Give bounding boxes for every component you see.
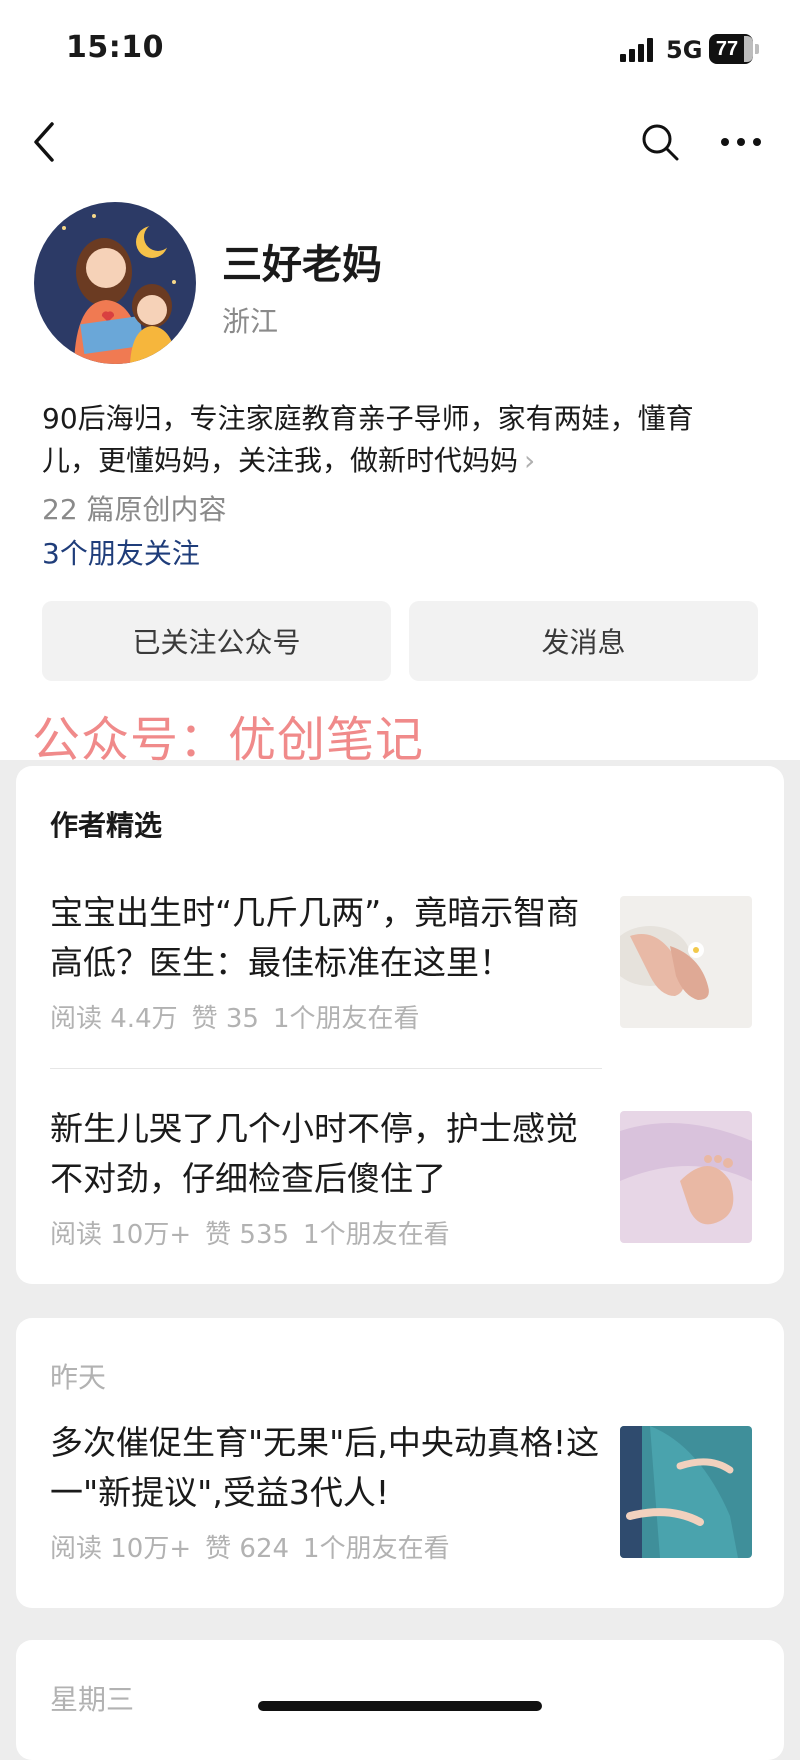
like-count: 赞 535 — [205, 1220, 290, 1250]
friends-watching: 1个朋友在看 — [303, 1534, 450, 1564]
article-thumbnail[interactable] — [620, 896, 752, 1028]
signal-icon — [620, 38, 653, 62]
read-count: 阅读 4.4万 — [50, 1004, 178, 1034]
search-icon[interactable] — [640, 122, 680, 162]
back-arrow-icon[interactable] — [30, 120, 60, 164]
friends-following-link[interactable]: 3个朋友关注 — [42, 532, 200, 572]
account-avatar[interactable] — [34, 202, 196, 364]
yesterday-section: 昨天 多次催促生育"无果"后,中央动真格!这一"新提议",受益3代人! 阅读 1… — [16, 1318, 784, 1608]
account-name: 三好老妈 — [222, 242, 382, 288]
article-meta: 阅读 10万+ 赞 535 1个朋友在看 — [50, 1214, 464, 1251]
divider — [50, 1068, 602, 1069]
status-time: 15:10 — [66, 30, 164, 65]
article-title[interactable]: 多次催促生育"无果"后,中央动真格!这一"新提议",受益3代人! — [50, 1418, 608, 1518]
read-count: 阅读 10万+ — [50, 1534, 192, 1564]
send-message-button[interactable]: 发消息 — [409, 601, 758, 681]
article-thumbnail[interactable] — [620, 1426, 752, 1558]
battery-icon: 77 — [709, 34, 761, 64]
account-bio[interactable]: 90后海归，专注家庭教育亲子导师，家有两娃，懂育儿，更懂妈妈，关注我，做新时代妈… — [42, 398, 742, 482]
featured-section: 作者精选 宝宝出生时“几斤几两”，竟暗示智商高低？医生：最佳标准在这里！ 阅读 … — [16, 766, 784, 1284]
section-label: 作者精选 — [50, 809, 163, 842]
section-date: 昨天 — [50, 1361, 107, 1394]
original-count: 22 篇原创内容 — [42, 493, 227, 526]
read-count: 阅读 10万+ — [50, 1220, 192, 1250]
battery-level: 77 — [715, 38, 739, 60]
like-count: 赞 624 — [205, 1534, 290, 1564]
friends-watching: 1个朋友在看 — [272, 1004, 420, 1034]
account-region: 浙江 — [222, 305, 279, 338]
bio-text: 90后海归，专注家庭教育亲子导师，家有两娃，懂育儿，更懂妈妈，关注我，做新时代妈… — [42, 402, 694, 477]
followed-button[interactable]: 已关注公众号 — [42, 601, 391, 681]
article-title[interactable]: 宝宝出生时“几斤几两”，竟暗示智商高低？医生：最佳标准在这里！ — [50, 888, 608, 988]
home-indicator[interactable] — [258, 1701, 542, 1711]
section-date: 星期三 — [50, 1683, 135, 1716]
network-label: 5G — [666, 36, 703, 64]
like-count: 赞 35 — [191, 1004, 259, 1034]
wednesday-section: 星期三 — [16, 1640, 784, 1760]
article-title[interactable]: 新生儿哭了几个小时不停，护士感觉不对劲，仔细检查后傻住了 — [50, 1104, 608, 1204]
more-options-icon[interactable] — [720, 128, 762, 156]
article-thumbnail[interactable] — [620, 1111, 752, 1243]
watermark-text: 公众号：优创笔记 — [32, 712, 425, 768]
article-meta: 阅读 4.4万赞 35 1个朋友在看 — [50, 998, 434, 1035]
friends-watching: 1个朋友在看 — [303, 1220, 450, 1250]
article-meta: 阅读 10万+ 赞 624 1个朋友在看 — [50, 1528, 464, 1565]
chevron-right-icon: › — [524, 444, 536, 477]
